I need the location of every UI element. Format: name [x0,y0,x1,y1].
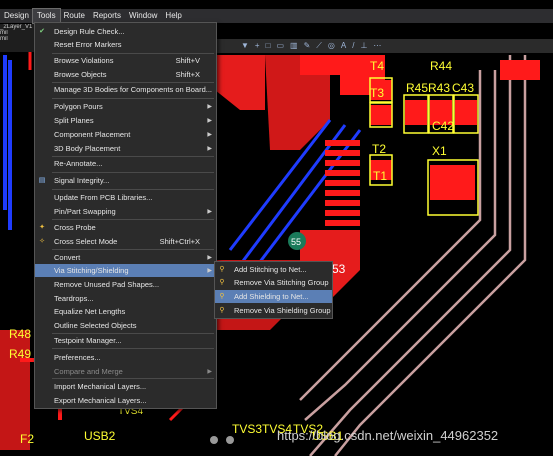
pcb-label-c42: C42 [432,119,454,133]
menu-item-via-stitching-shielding[interactable]: Via Stitching/Shielding ▶ [35,264,216,277]
pcb-label-r43: R43 [428,81,450,95]
menubar: Design Tools Route Reports Window Help [0,8,553,24]
menu-separator [52,378,214,379]
chart-icon[interactable]: ▥ [290,39,298,53]
filter-icon[interactable]: ▼ [241,39,249,53]
menu-item-testpoint-manager[interactable]: Testpoint Manager... [35,334,216,347]
submenu-arrow-icon: ▶ [207,369,212,375]
pcb-label-t3: T3 [370,86,384,100]
pcb-net-55: 55 [291,237,301,247]
pcb-label-r44: R44 [430,59,452,73]
select-icon[interactable]: □ [266,39,271,53]
document-tab[interactable]: _2Layer_V1 mil mil [0,24,36,52]
menu-item-equalize-net-lengths[interactable]: Equalize Net Lengths [35,305,216,318]
line-icon[interactable]: / [352,39,354,53]
pcb-label-t2: T2 [372,142,386,156]
menu-item-preferences[interactable]: Preferences... [35,351,216,364]
submenu-arrow-icon: ▶ [207,255,212,261]
menu-reports[interactable]: Reports [89,9,125,23]
pcb-label-t4: T4 [370,59,384,73]
signal-integrity-icon: ▤ [38,176,46,184]
via-icon[interactable]: ◎ [328,39,335,53]
menu-item-3d-body-placement[interactable]: 3D Body Placement ▶ [35,142,216,155]
menu-item-component-placement[interactable]: Component Placement ▶ [35,128,216,141]
submenu-arrow-icon: ▶ [207,209,212,215]
pcb-label-t1: T1 [373,169,387,183]
watermark: https://blog.csdn.net/weixin_44962352 [277,428,499,443]
submenu-arrow-icon: ▶ [207,118,212,124]
menu-item-import-mechanical-layers[interactable]: Import Mechanical Layers... [35,380,216,393]
menu-item-split-planes[interactable]: Split Planes ▶ [35,114,216,127]
menu-item-polygon-pours[interactable]: Polygon Pours ▶ [35,100,216,113]
menu-separator [52,348,214,349]
menu-separator [52,172,214,173]
draw-icon[interactable]: ✎ [304,39,311,53]
tools-menu: ✔ Design Rule Check... Reset Error Marke… [34,22,217,409]
pcb-label-r49: R49 [9,347,31,361]
text-icon[interactable]: A [341,39,346,53]
pcb-label-r45: R45 [406,81,428,95]
pcb-label-f2: F2 [20,432,34,446]
route-icon[interactable]: ⟋ [316,39,322,53]
cross-select-icon: ✧ [39,237,45,245]
menu-item-design-rule-check[interactable]: ✔ Design Rule Check... [35,25,216,38]
via-stitching-submenu: ⚲ Add Stitching to Net... ⚲ Remove Via S… [214,261,333,319]
submenu-item-remove-stitching-group[interactable]: ⚲ Remove Via Stitching Group [215,276,332,289]
menu-separator [52,219,214,220]
menu-item-cross-select-mode[interactable]: ✧ Cross Select Mode Shift+Ctrl+X [35,235,216,248]
document-unit-2: mil [0,36,8,42]
pcb-label-c43: C43 [452,81,474,95]
menu-design[interactable]: Design [0,9,33,23]
menu-tools[interactable]: Tools [31,8,61,24]
submenu-arrow-icon: ▶ [207,132,212,138]
drc-check-icon: ✔ [39,27,45,35]
menu-window[interactable]: Window [125,9,161,23]
via-icon: ⚲ [219,278,225,286]
add-icon[interactable]: + [255,39,260,53]
menu-item-teardrops[interactable]: Teardrops... [35,292,216,305]
submenu-arrow-icon: ▶ [207,146,212,152]
menu-item-export-mechanical-layers[interactable]: Export Mechanical Layers... [35,394,216,407]
menu-item-remove-unused-pad-shapes[interactable]: Remove Unused Pad Shapes... [35,278,216,291]
pcb-label-usb2: USB2 [84,429,116,443]
menu-item-cross-probe[interactable]: ✦ Cross Probe [35,221,216,234]
menu-separator [52,249,214,250]
via-icon: ⚲ [219,292,225,300]
menu-item-outline-selected-objects[interactable]: Outline Selected Objects [35,319,216,332]
pcb-label-x1: X1 [432,144,447,158]
menu-item-browse-violations[interactable]: Browse Violations Shift+V [35,54,216,67]
menu-item-update-from-pcb-libraries[interactable]: Update From PCB Libraries... [35,191,216,204]
rect-icon[interactable]: ▭ [276,39,284,53]
menu-item-re-annotate[interactable]: Re-Annotate... [35,157,216,170]
via-icon: ⚲ [219,265,225,273]
menu-item-manage-3d-bodies[interactable]: Manage 3D Bodies for Components on Board… [35,83,216,96]
cross-probe-icon: ✦ [39,223,45,231]
menu-help[interactable]: Help [161,9,185,23]
pcb-label-r48: R48 [9,327,31,341]
pcb-toolbar: ▼ + □ ▭ ▥ ✎ ⟋ ◎ A / ⊥ ⋯ [215,39,553,53]
submenu-item-add-stitching[interactable]: ⚲ Add Stitching to Net... [215,263,332,276]
menu-route[interactable]: Route [60,9,89,23]
more-icon[interactable]: ⋯ [373,39,381,53]
menu-item-browse-objects[interactable]: Browse Objects Shift+X [35,68,216,81]
via-icon: ⚲ [219,306,225,314]
menu-item-signal-integrity[interactable]: ▤ Signal Integrity... [35,174,216,187]
submenu-arrow-icon: ▶ [207,104,212,110]
dimension-icon[interactable]: ⊥ [360,39,367,53]
pcb-net-53: 53 [332,262,346,276]
pcb-label-tvs3: TVS3 [232,422,262,436]
menu-separator [52,98,214,99]
menu-item-reset-error-markers[interactable]: Reset Error Markers [35,38,216,51]
menu-item-compare-and-merge: Compare and Merge ▶ [54,367,212,376]
submenu-item-add-shielding[interactable]: ⚲ Add Shielding to Net... [215,290,332,303]
menu-item-convert[interactable]: Convert ▶ [35,251,216,264]
submenu-arrow-icon: ▶ [207,268,212,274]
submenu-item-remove-shielding-group[interactable]: ⚲ Remove Via Shielding Group [215,304,332,317]
menu-separator [52,189,214,190]
menu-item-pin-part-swapping[interactable]: Pin/Part Swapping ▶ [35,205,216,218]
